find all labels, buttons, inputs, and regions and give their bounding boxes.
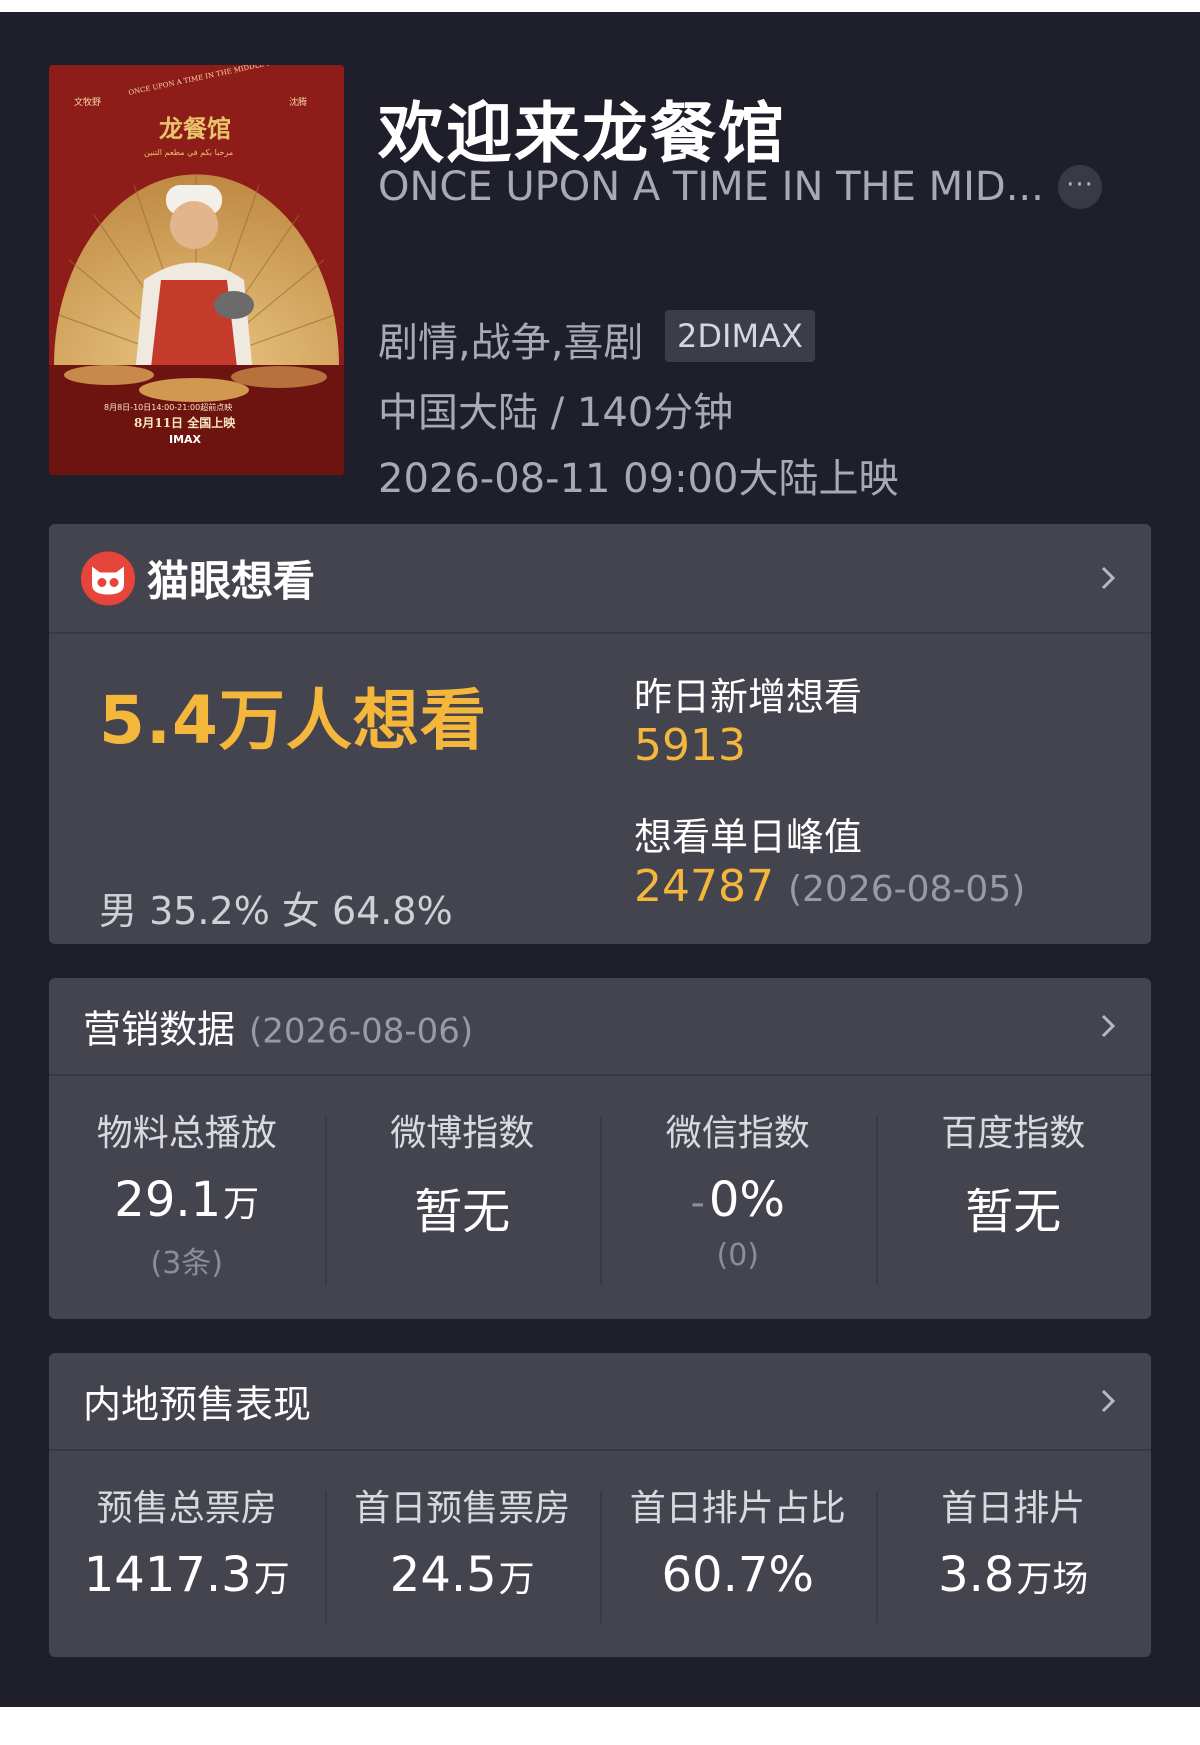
maoyan-cat-icon	[81, 551, 135, 605]
marketing-stats: 物料总播放 29.1万 (3条) 微博指数 暂无 微信指数 -0% (0) 百度…	[49, 1076, 1151, 1319]
marketing-card: 营销数据 (2026-08-06) 物料总播放 29.1万 (3条) 微博指数 暂…	[49, 978, 1151, 1319]
want-to-watch-card: 猫眼想看 5.4万人想看 男 35.2% 女 64.8% 昨日新增想看 5913…	[49, 524, 1151, 944]
peak-want-label: 想看单日峰值	[634, 815, 863, 859]
marketing-title: 营销数据 (2026-08-06)	[83, 999, 473, 1054]
marketing-stat[interactable]: 物料总播放 29.1万 (3条)	[49, 1076, 325, 1319]
presale-stat[interactable]: 首日排片占比 60.7%	[600, 1451, 876, 1657]
poster-director: 文牧野	[74, 96, 101, 108]
stat-label: 首日预售票房	[354, 1488, 571, 1529]
chevron-right-icon	[1101, 1389, 1116, 1413]
marketing-stat[interactable]: 微博指数 暂无	[324, 1076, 601, 1319]
maoyan-brand: 猫眼想看	[81, 548, 315, 609]
marketing-header[interactable]: 营销数据 (2026-08-06)	[49, 978, 1151, 1076]
stat-value: 1417.3万	[83, 1547, 290, 1603]
movie-english-title: ONCE UPON A TIME IN THE MID...	[378, 164, 1044, 210]
marketing-stat[interactable]: 百度指数 暂无	[875, 1076, 1152, 1319]
presale-header[interactable]: 内地预售表现	[49, 1353, 1151, 1451]
stat-sub: (0)	[716, 1238, 760, 1273]
ellipsis-icon[interactable]: ···	[1058, 165, 1102, 209]
stat-label: 预售总票房	[96, 1488, 277, 1529]
stat-value: -0%	[690, 1172, 786, 1228]
gender-ratio: 男 35.2% 女 64.8%	[99, 889, 453, 933]
marketing-title-text: 营销数据	[83, 1007, 236, 1052]
stat-label: 首日排片占比	[629, 1488, 846, 1529]
poster-actor: 沈腾	[289, 96, 307, 108]
presale-card: 内地预售表现 预售总票房 1417.3万 首日预售票房 24.5万 首日排片占比…	[49, 1353, 1151, 1657]
release-date: 2026-08-11 09:00大陆上映	[378, 456, 899, 502]
want-total: 5.4万人想看	[99, 682, 487, 759]
new-want-label: 昨日新增想看	[634, 675, 863, 719]
want-card-header[interactable]: 猫眼想看	[49, 524, 1151, 634]
stat-value: 60.7%	[661, 1547, 814, 1603]
stat-label: 微信指数	[665, 1113, 810, 1154]
movie-poster[interactable]: 文牧野 沈腾 ONCE UPON A TIME IN THE MIDDLE EA…	[49, 65, 344, 475]
presale-stats: 预售总票房 1417.3万 首日预售票房 24.5万 首日排片占比 60.7% …	[49, 1451, 1151, 1657]
screen: 文牧野 沈腾 ONCE UPON A TIME IN THE MIDDLE EA…	[0, 12, 1200, 1707]
stat-value: 3.8万场	[938, 1547, 1089, 1603]
marketing-stat[interactable]: 微信指数 -0% (0)	[600, 1076, 876, 1319]
stat-value: 暂无	[965, 1184, 1062, 1240]
poster-release: 8月11日 全国上映	[134, 415, 236, 430]
movie-title: 欢迎来龙餐馆	[378, 95, 786, 172]
presale-title: 内地预售表现	[83, 1382, 312, 1427]
stat-label: 百度指数	[941, 1113, 1086, 1154]
presale-stat[interactable]: 首日排片 3.8万场	[875, 1451, 1152, 1657]
presale-stat[interactable]: 预售总票房 1417.3万	[49, 1451, 325, 1657]
peak-want-value: 24787	[634, 861, 774, 912]
format-badge: 2DIMAX	[665, 310, 815, 362]
stat-value: 暂无	[414, 1184, 511, 1240]
stat-value: 29.1万	[114, 1172, 260, 1228]
poster-artwork: 文牧野 沈腾 ONCE UPON A TIME IN THE MIDDLE EA…	[49, 65, 344, 475]
movie-genre: 剧情,战争,喜剧	[378, 320, 644, 366]
brand-label: 猫眼想看	[147, 556, 316, 606]
stat-label: 微博指数	[390, 1113, 535, 1154]
stat-sub: (3条)	[150, 1246, 224, 1281]
stat-label: 首日排片	[941, 1488, 1086, 1529]
poster-logo-text: 龙餐馆	[159, 114, 231, 143]
marketing-date: (2026-08-06)	[249, 1011, 474, 1052]
peak-want-date: (2026-08-05)	[787, 869, 1026, 910]
poster-imax: IMAX	[169, 433, 202, 446]
presale-stat[interactable]: 首日预售票房 24.5万	[324, 1451, 601, 1657]
poster-arabic: مرحبا بكم في مطعم التنين	[144, 148, 233, 157]
chevron-right-icon	[1101, 566, 1116, 590]
chevron-right-icon	[1101, 1014, 1116, 1038]
peak-want-row: 24787 (2026-08-05)	[634, 861, 1025, 912]
region-duration: 中国大陆 / 140分钟	[378, 390, 734, 436]
stat-value: 24.5万	[389, 1547, 535, 1603]
new-want-value: 5913	[634, 720, 746, 771]
stat-label: 物料总播放	[96, 1113, 277, 1154]
poster-screening: 8月8日-10日14:00-21:00超前点映	[104, 402, 232, 412]
